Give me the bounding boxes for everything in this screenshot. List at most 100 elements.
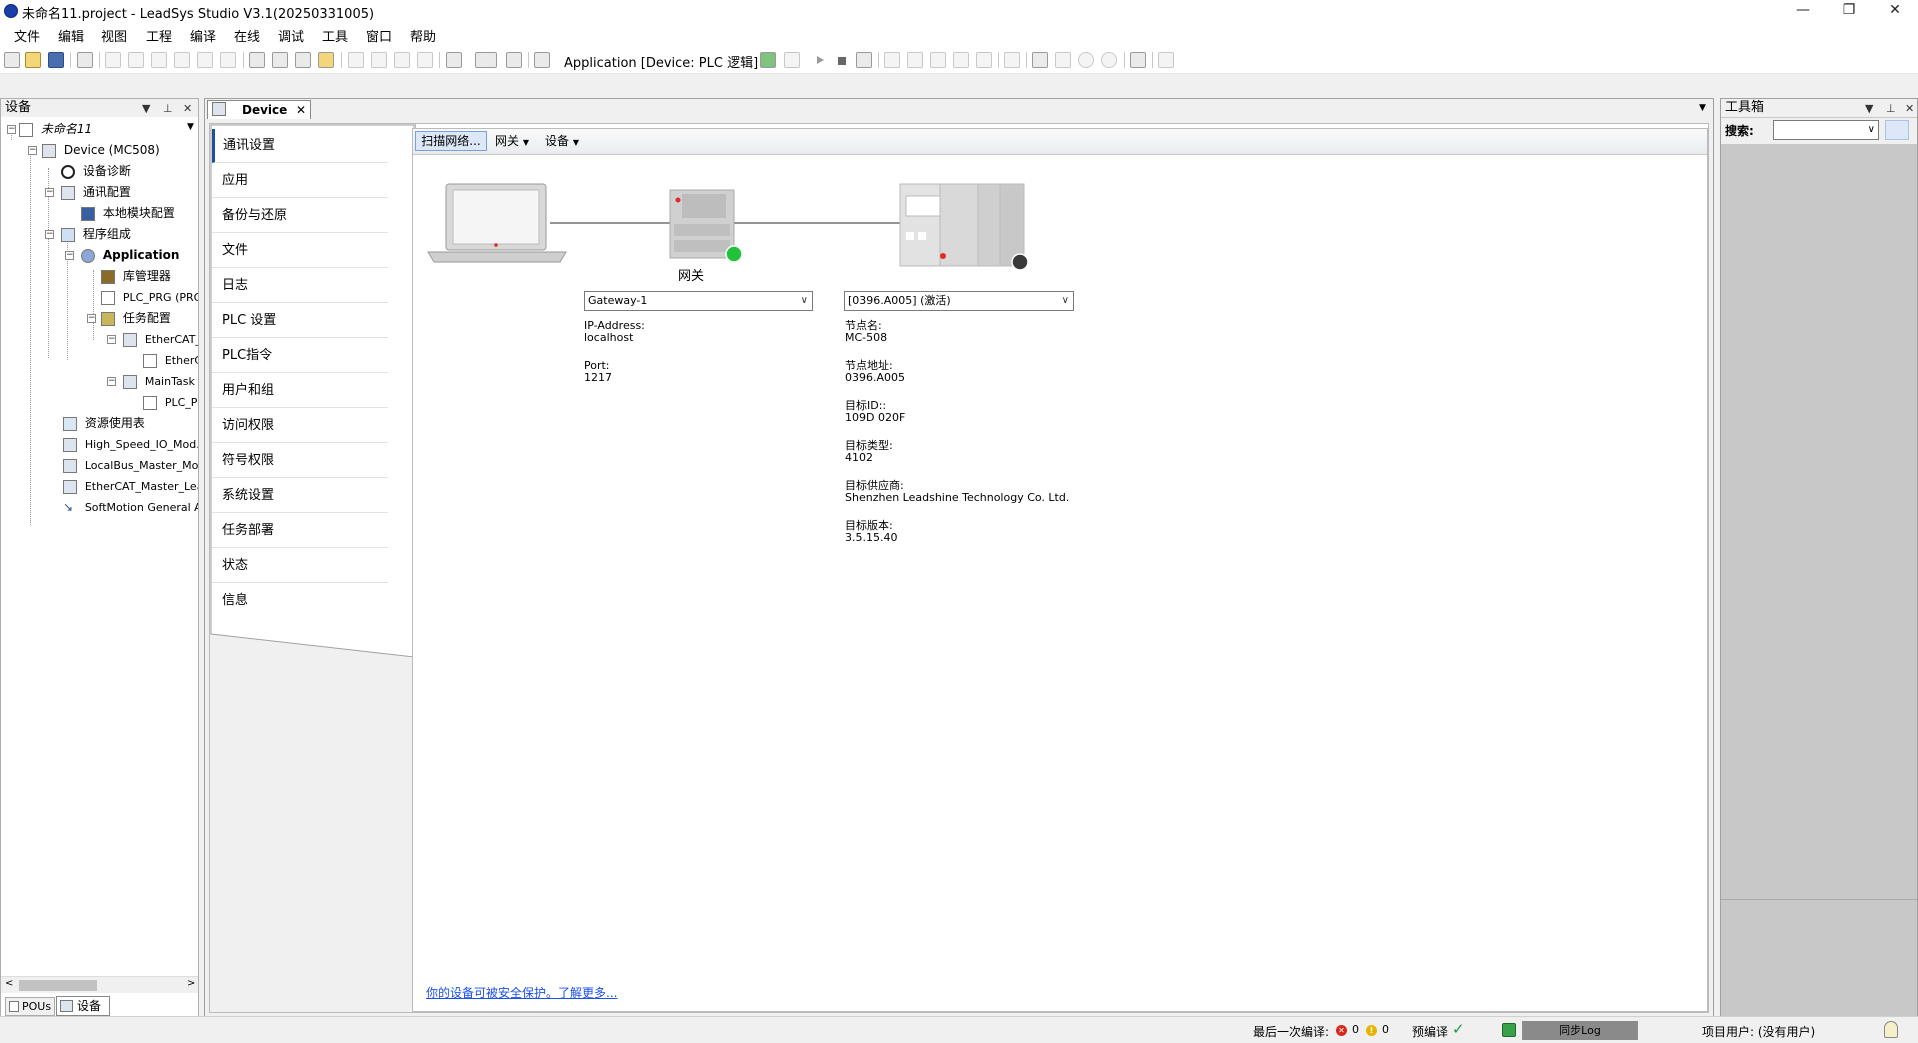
scan-network-button[interactable]: 扫描网络... xyxy=(415,131,487,151)
step-out-icon[interactable] xyxy=(930,52,946,68)
toolbox-options-button[interactable] xyxy=(1885,120,1909,140)
tab-list-dropdown-icon[interactable]: ▼ xyxy=(1699,103,1706,113)
bookmark-icon[interactable] xyxy=(348,52,364,68)
error-count[interactable]: 0 xyxy=(1352,1023,1359,1036)
open-project-icon[interactable] xyxy=(25,52,41,68)
online-status-icon[interactable] xyxy=(1502,1023,1516,1037)
step-into-icon[interactable] xyxy=(907,52,923,68)
tree-item-hs-io[interactable]: High_Speed_IO_Mod... xyxy=(63,434,198,454)
new-project-icon[interactable] xyxy=(4,52,20,68)
project-root[interactable]: − 未命名11 xyxy=(5,119,92,139)
tree-item-resource-table[interactable]: 资源使用表 xyxy=(63,413,145,433)
check-icon[interactable] xyxy=(1158,52,1174,68)
next-bookmark-icon[interactable] xyxy=(394,52,410,68)
run-to-cursor-icon[interactable] xyxy=(953,52,969,68)
panel-menu-icon[interactable]: ▼ xyxy=(1865,100,1873,118)
collapse-icon[interactable]: − xyxy=(45,230,54,239)
nav-users-groups[interactable]: 用户和组 xyxy=(212,374,388,408)
collapse-icon[interactable]: − xyxy=(45,188,54,197)
tree-item-local-module[interactable]: 本地模块配置 xyxy=(81,203,175,223)
tree-item-ethercat-call[interactable]: EtherCA xyxy=(143,350,198,370)
nav-application[interactable]: 应用 xyxy=(212,164,388,198)
menu-online[interactable]: 在线 xyxy=(234,26,260,45)
close-panel-icon[interactable]: ✕ xyxy=(1905,100,1914,118)
pin-icon[interactable]: ⊥ xyxy=(163,100,173,118)
tree-item-ethercat-master[interactable]: EtherCAT_Master_Leads xyxy=(63,476,198,496)
menu-view[interactable]: 视图 xyxy=(101,26,127,45)
nav-backup-restore[interactable]: 备份与还原 xyxy=(212,199,388,233)
menu-help[interactable]: 帮助 xyxy=(410,26,436,45)
sync-log-button[interactable]: 同步Log xyxy=(1522,1021,1638,1040)
prev-bookmark-icon[interactable] xyxy=(371,52,387,68)
breakpoint-icon[interactable] xyxy=(976,52,992,68)
generate-code-icon[interactable] xyxy=(506,52,522,68)
pin-icon[interactable]: ⊥ xyxy=(1886,100,1896,118)
menu-tools[interactable]: 工具 xyxy=(322,26,348,45)
undo-icon[interactable] xyxy=(105,52,121,68)
scroll-thumb[interactable] xyxy=(19,980,97,991)
nav-information[interactable]: 信息 xyxy=(212,584,388,618)
tree-item-ethercat-task[interactable]: − EtherCAT_M xyxy=(107,329,198,349)
tree-item-maintask[interactable]: − MainTask xyxy=(107,371,195,391)
tree-item-task-config[interactable]: − 任务配置 xyxy=(85,308,171,328)
nav-status[interactable]: 状态 xyxy=(212,549,388,583)
gateway-menu-button[interactable]: 网关 ▼ xyxy=(495,132,529,149)
stop-icon[interactable] xyxy=(834,52,850,68)
toolbox-search-input[interactable]: ∨ xyxy=(1773,120,1879,140)
device-config-icon[interactable] xyxy=(534,52,550,68)
logout-icon[interactable] xyxy=(784,52,800,68)
nav-plc-commands[interactable]: PLC指令 xyxy=(212,339,388,373)
write-values-icon[interactable] xyxy=(1032,52,1048,68)
paste-icon[interactable] xyxy=(197,52,213,68)
device-select[interactable]: [0396.A005] (激活) ∨ xyxy=(844,291,1074,311)
security-info-link[interactable]: 你的设备可被安全保护。了解更多... xyxy=(426,984,617,1001)
device-menu-button[interactable]: 设备 ▼ xyxy=(545,132,579,149)
unforce-icon[interactable] xyxy=(1078,52,1094,68)
active-application-combo[interactable]: Application [Device: PLC 逻辑] ▼ xyxy=(564,52,775,71)
nav-system-settings[interactable]: 系统设置 xyxy=(212,479,388,513)
find-next-icon[interactable] xyxy=(272,52,288,68)
menu-debug[interactable]: 调试 xyxy=(278,26,304,45)
nav-comm-settings[interactable]: 通讯设置 xyxy=(212,129,388,163)
collapse-icon[interactable]: − xyxy=(87,314,96,323)
tree-item-device[interactable]: − Device (MC508) xyxy=(26,140,160,160)
precompile-check-icon[interactable]: ✓ xyxy=(1452,1020,1465,1038)
collapse-icon[interactable]: − xyxy=(107,335,116,344)
close-window-button[interactable]: ✕ xyxy=(1872,0,1918,22)
warning-count[interactable]: 0 xyxy=(1382,1023,1389,1036)
nav-symbol-rights[interactable]: 符号权限 xyxy=(212,444,388,478)
start-icon[interactable] xyxy=(812,52,828,68)
step-over-icon[interactable] xyxy=(884,52,900,68)
tree-item-library[interactable]: 库管理器 xyxy=(101,266,171,286)
tree-item-comm-config[interactable]: − 通讯配置 xyxy=(45,182,131,202)
tree-item-softmotion[interactable]: ↘ SoftMotion General Axis xyxy=(63,497,198,517)
menu-window[interactable]: 窗口 xyxy=(366,26,392,45)
cart-icon[interactable] xyxy=(1130,52,1146,68)
tree-item-localbus[interactable]: LocalBus_Master_Module xyxy=(63,455,198,475)
close-tab-icon[interactable]: ✕ xyxy=(296,101,306,119)
restore-button[interactable]: ❐ xyxy=(1826,0,1872,22)
reset-icon[interactable] xyxy=(856,52,872,68)
collapse-icon[interactable]: − xyxy=(107,377,116,386)
tree-item-plc-prg[interactable]: PLC_PRG (PRG) xyxy=(101,287,198,307)
nav-plc-settings[interactable]: PLC 设置 xyxy=(212,304,388,338)
nav-log[interactable]: 日志 xyxy=(212,269,388,303)
scroll-left-icon[interactable]: < xyxy=(5,978,13,989)
tree-hscrollbar[interactable]: < > xyxy=(1,976,198,993)
scroll-right-icon[interactable]: > xyxy=(187,978,195,989)
find-in-project-icon[interactable] xyxy=(318,52,334,68)
show-next-statement-icon[interactable] xyxy=(1004,52,1020,68)
close-panel-icon[interactable]: ✕ xyxy=(183,100,192,118)
tab-pous[interactable]: POUs xyxy=(5,997,55,1016)
copy-icon[interactable] xyxy=(174,52,190,68)
tree-dropdown-icon[interactable]: ▼ xyxy=(187,122,194,132)
collapse-icon[interactable]: − xyxy=(65,251,74,260)
find-icon[interactable] xyxy=(249,52,265,68)
tree-item-plc-prg-call[interactable]: PLC_PR xyxy=(143,392,198,412)
tree-item-diagnostics[interactable]: 设备诊断 xyxy=(61,161,131,181)
save-icon[interactable] xyxy=(48,52,64,68)
nav-access-rights[interactable]: 访问权限 xyxy=(212,409,388,443)
cut-icon[interactable] xyxy=(151,52,167,68)
menu-build[interactable]: 编译 xyxy=(190,26,216,45)
menu-file[interactable]: 文件 xyxy=(14,26,40,45)
